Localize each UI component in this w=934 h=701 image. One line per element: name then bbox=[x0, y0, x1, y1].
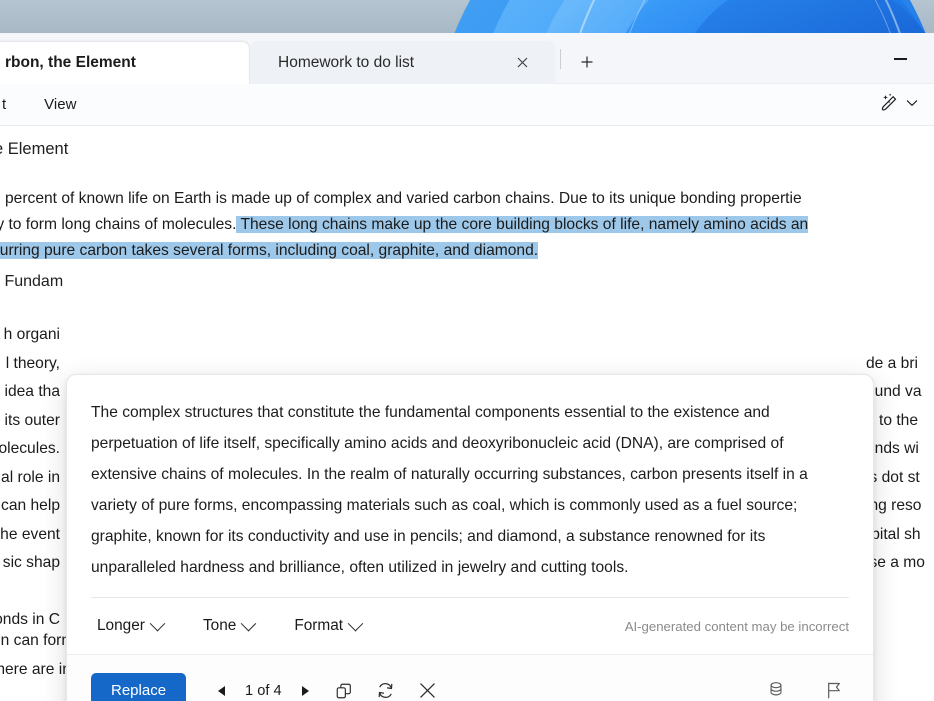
close-dialog-button[interactable] bbox=[411, 674, 445, 701]
document-left-line: al role in bbox=[1, 468, 60, 486]
document-left-clipped-text: h organi l theory, idea tha its outer ol… bbox=[0, 321, 60, 635]
document-left-line: sic shap bbox=[2, 554, 60, 571]
credits-stack-icon bbox=[767, 681, 785, 700]
wallpaper-highlight-2 bbox=[610, 0, 910, 33]
document-right-line: ise a mo bbox=[866, 554, 925, 571]
chevron-down-icon bbox=[241, 615, 257, 631]
document-line-2-plain: ty to form long chains of molecules. bbox=[0, 216, 237, 233]
ai-options-row: Longer Tone Format AI-generated content … bbox=[67, 598, 873, 654]
document-right-line-spacer bbox=[866, 321, 934, 350]
suggestion-navigation: 1 of 4 bbox=[208, 678, 319, 701]
menu-bar: t View bbox=[0, 84, 934, 126]
chevron-down-icon bbox=[906, 99, 918, 107]
document-line-1: d percent of known life on Earth is made… bbox=[0, 190, 802, 207]
document-line-2-highlight: These long chains make up the core build… bbox=[236, 216, 809, 233]
format-dropdown-label: Format bbox=[294, 617, 344, 634]
suggestion-page-indicator: 1 of 4 bbox=[245, 682, 282, 699]
length-dropdown-label: Longer bbox=[97, 617, 145, 634]
format-dropdown[interactable]: Format bbox=[288, 613, 367, 639]
document-canvas: e Element d percent of known life on Ear… bbox=[0, 126, 934, 701]
document-right-line: de a bri bbox=[866, 354, 919, 372]
chevron-down-icon bbox=[149, 615, 166, 631]
document-left-line-spacer bbox=[0, 578, 60, 607]
tab-carbon-the-element[interactable]: rbon, the Element bbox=[0, 41, 250, 84]
length-dropdown[interactable]: Longer bbox=[91, 613, 169, 639]
document-line-3-highlight: curring pure carbon takes several forms,… bbox=[0, 242, 539, 259]
ai-magic-pen-icon bbox=[878, 92, 900, 114]
tone-dropdown[interactable]: Tone bbox=[197, 613, 260, 639]
document-line-2: ty to form long chains of molecules. The… bbox=[0, 212, 934, 238]
copy-icon bbox=[335, 682, 353, 700]
chevron-down-icon bbox=[347, 615, 364, 631]
new-tab-button[interactable] bbox=[575, 50, 599, 74]
document-left-line: h organi bbox=[3, 326, 60, 343]
tab-label: rbon, the Element bbox=[5, 54, 136, 71]
document-line-3: curring pure carbon takes several forms,… bbox=[0, 238, 934, 264]
close-icon[interactable] bbox=[511, 52, 533, 74]
regenerate-button[interactable] bbox=[369, 674, 403, 701]
tab-bar: rbon, the Element Homework to do list bbox=[0, 33, 934, 84]
chevron-right-icon bbox=[302, 685, 310, 696]
document-left-line: its outer bbox=[4, 411, 60, 429]
regenerate-icon bbox=[376, 681, 395, 700]
document-paragraph: d percent of known life on Earth is made… bbox=[0, 186, 934, 264]
flag-icon bbox=[825, 681, 843, 700]
screen: rbon, the Element Homework to do list t … bbox=[0, 0, 934, 701]
document-heading-2: y Fundam bbox=[0, 273, 64, 290]
document-right-line: onds wi bbox=[866, 440, 919, 457]
document-left-line: olecules. bbox=[0, 440, 60, 457]
ai-disclaimer: AI-generated content may be incorrect bbox=[624, 618, 849, 634]
document-right-line: rbital sh bbox=[866, 525, 921, 543]
ai-generated-text: The complex structures that constitute t… bbox=[91, 404, 808, 576]
ai-actions-row: Replace 1 of 4 bbox=[67, 654, 873, 701]
document-left-line: idea tha bbox=[4, 383, 61, 400]
ai-suggestion-dialog: The complex structures that constitute t… bbox=[66, 374, 874, 701]
next-suggestion-button[interactable] bbox=[293, 678, 319, 701]
document-left-line: l theory, bbox=[5, 354, 60, 372]
desktop-wallpaper bbox=[0, 0, 934, 33]
credits-button[interactable] bbox=[759, 674, 793, 701]
app-window: rbon, the Element Homework to do list t … bbox=[0, 33, 934, 701]
minimize-icon bbox=[893, 58, 907, 60]
close-icon bbox=[419, 682, 436, 699]
document-title: e Element bbox=[0, 140, 69, 158]
minimize-button[interactable] bbox=[878, 45, 922, 73]
document-right-line: ing reso bbox=[866, 497, 922, 514]
ai-assistant-button[interactable] bbox=[878, 92, 918, 114]
document-left-line: he event bbox=[0, 525, 60, 543]
menu-item-view[interactable]: View bbox=[36, 92, 84, 117]
ai-generated-text-container: The complex structures that constitute t… bbox=[67, 375, 873, 589]
tab-label: Homework to do list bbox=[278, 53, 415, 71]
tab-homework-to-do-list[interactable]: Homework to do list bbox=[250, 41, 555, 84]
tone-dropdown-label: Tone bbox=[202, 617, 237, 634]
tab-divider bbox=[560, 49, 561, 69]
document-right-line: e to the bbox=[866, 411, 919, 429]
document-left-line: can help bbox=[1, 497, 60, 514]
replace-button[interactable]: Replace bbox=[91, 673, 187, 701]
document-right-line: is dot st bbox=[866, 468, 920, 486]
document-right-clipped-text: de a bri ound va e to the onds wi is dot… bbox=[866, 321, 934, 578]
copy-button[interactable] bbox=[327, 674, 361, 701]
document-right-line: ound va bbox=[866, 383, 922, 400]
chevron-left-icon bbox=[217, 685, 225, 696]
previous-suggestion-button[interactable] bbox=[208, 678, 234, 701]
menu-item-clipped[interactable]: t bbox=[0, 92, 14, 117]
feedback-flag-button[interactable] bbox=[817, 674, 851, 701]
